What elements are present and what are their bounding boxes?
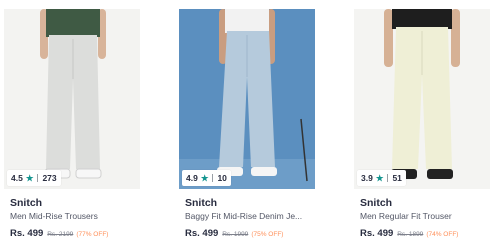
rating-badge: 4.5 ★ 273 bbox=[7, 170, 61, 186]
original-price: Rs. 2199 bbox=[47, 231, 74, 238]
product-price: Rs. 499 Rs. 1999 (75% OFF) bbox=[185, 228, 283, 239]
discount-label: (74% OFF) bbox=[426, 231, 459, 238]
selling-price: Rs. 499 bbox=[185, 228, 219, 239]
rating-value: 3.9 bbox=[361, 173, 373, 183]
original-price: Rs. 1999 bbox=[222, 231, 249, 238]
product-card[interactable]: 4.5 ★ 273 Snitch Men Mid-Rise Trousers R… bbox=[4, 9, 140, 245]
rating-badge: 3.9 ★ 51 bbox=[357, 170, 406, 186]
product-name[interactable]: Men Mid-Rise Trousers bbox=[10, 211, 98, 221]
rating-count: 51 bbox=[392, 173, 402, 183]
trousers-image bbox=[4, 9, 140, 189]
star-icon: ★ bbox=[25, 172, 34, 183]
divider bbox=[37, 174, 39, 182]
discount-label: (77% OFF) bbox=[76, 231, 109, 238]
product-brand[interactable]: Snitch bbox=[360, 197, 392, 209]
rating-badge: 4.9 ★ 10 bbox=[182, 170, 231, 186]
rating-count: 10 bbox=[217, 173, 227, 183]
product-brand[interactable]: Snitch bbox=[185, 197, 217, 209]
product-image[interactable]: 4.5 ★ 273 bbox=[4, 9, 140, 189]
product-card[interactable]: 3.9 ★ 51 Snitch Men Regular Fit Trouser … bbox=[354, 9, 490, 245]
product-name[interactable]: Baggy Fit Mid-Rise Denim Je... bbox=[185, 211, 302, 221]
trouser-image bbox=[354, 9, 490, 189]
product-brand[interactable]: Snitch bbox=[10, 197, 42, 209]
product-image[interactable]: 4.9 ★ 10 bbox=[179, 9, 315, 189]
product-image[interactable]: 3.9 ★ 51 bbox=[354, 9, 490, 189]
selling-price: Rs. 499 bbox=[10, 228, 44, 239]
product-price: Rs. 499 Rs. 2199 (77% OFF) bbox=[10, 228, 108, 239]
product-card[interactable]: 4.9 ★ 10 Snitch Baggy Fit Mid-Rise Denim… bbox=[179, 9, 315, 245]
star-icon: ★ bbox=[375, 172, 384, 183]
divider bbox=[387, 174, 389, 182]
rating-value: 4.5 bbox=[11, 173, 23, 183]
star-icon: ★ bbox=[200, 172, 209, 183]
jeans-image bbox=[179, 9, 315, 189]
product-name[interactable]: Men Regular Fit Trouser bbox=[360, 211, 452, 221]
original-price: Rs. 1899 bbox=[397, 231, 424, 238]
selling-price: Rs. 499 bbox=[360, 228, 394, 239]
divider bbox=[212, 174, 214, 182]
rating-count: 273 bbox=[42, 173, 57, 183]
discount-label: (75% OFF) bbox=[251, 231, 284, 238]
rating-value: 4.9 bbox=[186, 173, 198, 183]
product-price: Rs. 499 Rs. 1899 (74% OFF) bbox=[360, 228, 458, 239]
